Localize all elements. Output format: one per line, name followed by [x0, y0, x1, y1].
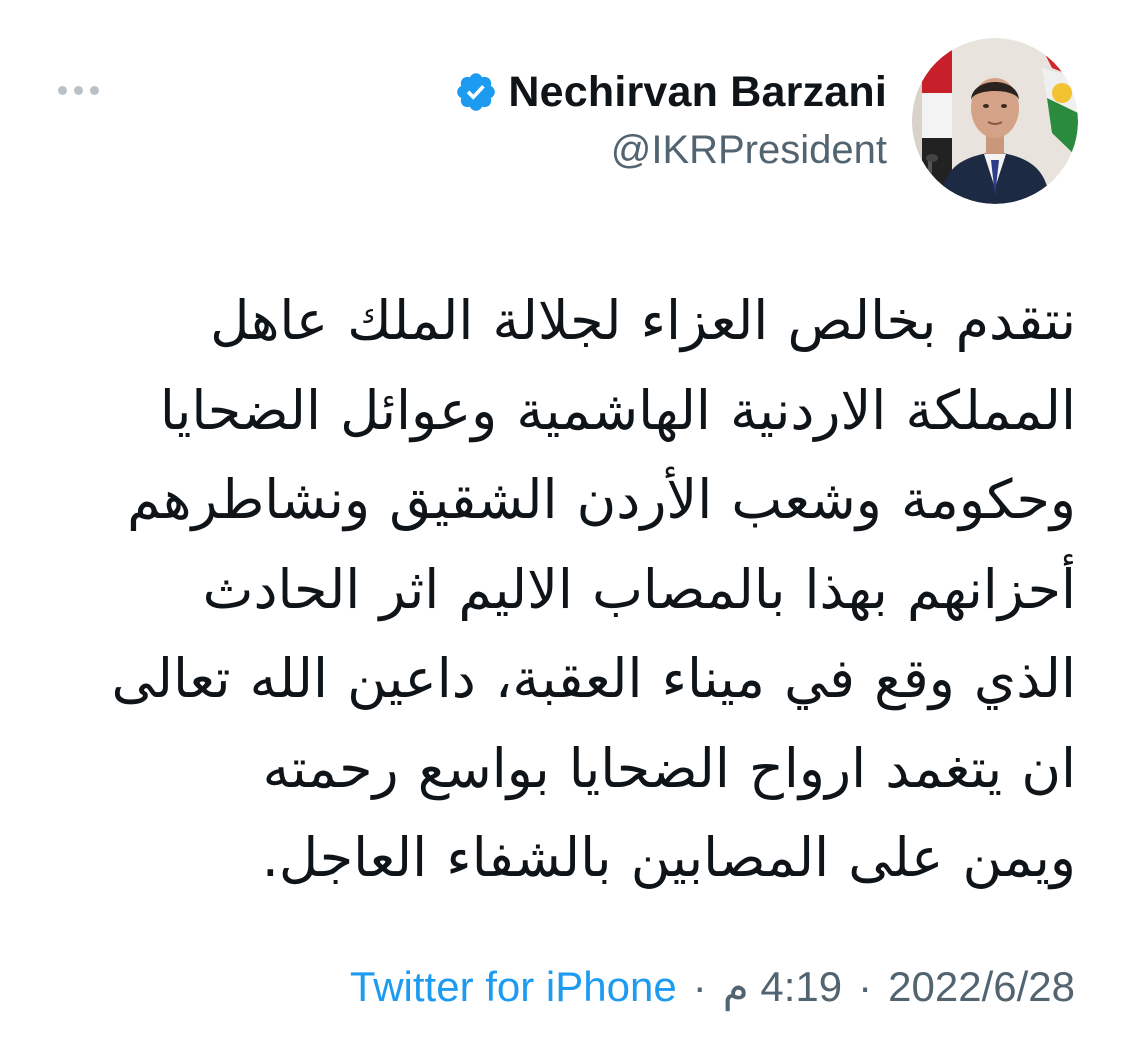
more-dot-icon: [73, 85, 83, 95]
tweet-source-link[interactable]: Twitter for iPhone: [350, 963, 677, 1011]
meta-separator: ·: [692, 962, 707, 1010]
tweet-text-line: ان يتغمد ارواح الضحايا بواسع رحمته: [262, 736, 1076, 800]
tweet-card: Nechirvan Barzani @IKRPresident نتقدم بخ…: [0, 0, 1125, 1050]
verified-badge-icon: [454, 70, 498, 114]
tweet-text-line: أحزانهم بهذا بالمصاب الاليم اثر الحادث: [202, 557, 1076, 621]
tweet-text-line: وحكومة وشعب الأردن الشقيق ونشاطرهم: [127, 468, 1076, 531]
tweet-text-line: ويمن على المصابين بالشفاء العاجل.: [261, 826, 1076, 889]
author-display-name[interactable]: Nechirvan Barzani: [508, 68, 887, 117]
tweet-date[interactable]: 2022/6/28: [888, 963, 1075, 1011]
tweet-time[interactable]: 4:19 م: [723, 962, 842, 1011]
meta-separator: ·: [858, 962, 873, 1010]
avatar[interactable]: [912, 38, 1078, 204]
tweet-text: نتقدم بخالص العزاء لجلالة الملك عاهل الم…: [40, 276, 1076, 903]
author-block[interactable]: Nechirvan Barzani @IKRPresident: [454, 62, 887, 173]
more-dot-icon: [89, 85, 99, 95]
tweet-metadata: Twitter for iPhone · 4:19 م · 2022/6/28: [350, 962, 1075, 1011]
tweet-text-line: نتقدم بخالص العزاء لجلالة الملك عاهل: [210, 289, 1076, 352]
author-name-row: Nechirvan Barzani: [454, 62, 887, 122]
tweet-text-line: الذي وقع في ميناء العقبة، داعين الله تعا…: [111, 647, 1076, 710]
more-dot-icon: [57, 85, 67, 95]
more-options-button[interactable]: [48, 74, 108, 106]
tweet-text-line: المملكة الاردنية الهاشمية وعوائل الضحايا: [159, 378, 1076, 442]
author-handle[interactable]: @IKRPresident: [454, 128, 887, 173]
